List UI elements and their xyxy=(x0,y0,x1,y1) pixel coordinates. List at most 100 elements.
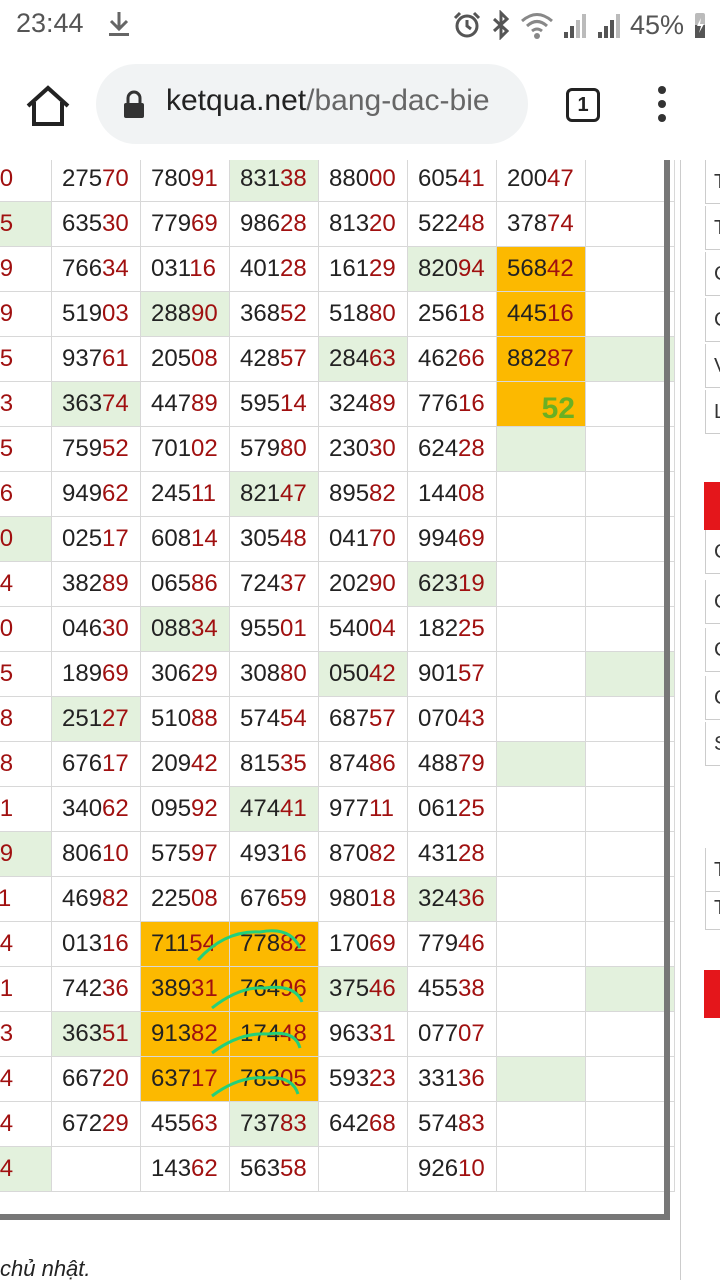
number-last-two-digits: 42 xyxy=(547,255,574,282)
number-last-two-digits: 10 xyxy=(102,840,129,867)
result-cell xyxy=(496,1101,586,1147)
result-cell xyxy=(496,606,586,652)
result-cell: 27570 xyxy=(51,160,141,202)
result-cell: 36351 xyxy=(51,1011,141,1057)
number-prefix: 815 xyxy=(240,750,281,777)
result-cell xyxy=(496,741,586,787)
home-icon[interactable] xyxy=(24,84,72,128)
number-prefix: 251 xyxy=(62,705,103,732)
number-last-two-digits: 34 xyxy=(0,1155,14,1182)
number-prefix: 519 xyxy=(62,300,103,327)
side-panel-item[interactable]: C xyxy=(705,580,720,624)
side-panel-item[interactable]: C xyxy=(705,252,720,296)
number-last-two-digits: 28 xyxy=(280,210,307,237)
number-last-two-digits: 29 xyxy=(191,660,218,687)
number-last-two-digits: 80 xyxy=(280,435,307,462)
result-cell: 71154 xyxy=(140,921,230,967)
number-last-two-digits: 70 xyxy=(102,165,129,192)
result-cell: 36852 xyxy=(229,291,319,337)
result-cell: 63530 xyxy=(51,201,141,247)
result-cell xyxy=(585,606,675,652)
number-last-two-digits: 90 xyxy=(191,300,218,327)
result-cell: 154 xyxy=(0,921,52,967)
result-cell: 09592 xyxy=(140,786,230,832)
number-prefix: 488 xyxy=(418,750,459,777)
side-panel-item[interactable]: C xyxy=(705,298,720,342)
number-last-two-digits: 89 xyxy=(191,390,218,417)
table-row: 7957595270102579802303062428 xyxy=(0,426,675,472)
number-last-two-digits: 11 xyxy=(191,480,216,507)
number-prefix: 676 xyxy=(62,750,103,777)
side-panel-item[interactable]: V xyxy=(705,344,720,388)
number-prefix: 672 xyxy=(62,1110,103,1137)
side-panel-item[interactable]: C xyxy=(705,676,720,720)
number-last-two-digits: 59 xyxy=(280,885,307,912)
result-cell: 20047 xyxy=(496,160,586,202)
number-prefix: 143 xyxy=(151,1155,192,1182)
result-cell: 75952 xyxy=(51,426,141,472)
result-cell: 67229 xyxy=(51,1101,141,1147)
number-last-two-digits: 86 xyxy=(191,570,218,597)
side-red-marker xyxy=(704,482,720,530)
number-last-two-digits: 25 xyxy=(458,795,485,822)
result-cell: 18969 xyxy=(51,651,141,697)
number-prefix: 637 xyxy=(151,1065,192,1092)
side-panel-item[interactable]: C xyxy=(705,530,720,574)
number-prefix: 013 xyxy=(62,930,103,957)
number-last-two-digits: 83 xyxy=(458,1110,485,1137)
number-prefix: 895 xyxy=(329,480,370,507)
result-cell: 40128 xyxy=(229,246,319,292)
number-last-two-digits: 48 xyxy=(280,1020,307,1047)
number-last-two-digits: 94 xyxy=(458,255,485,282)
number-last-two-digits: 54 xyxy=(0,1065,14,1092)
number-prefix: 977 xyxy=(329,795,370,822)
result-cell: 28890 xyxy=(140,291,230,337)
number-prefix: 389 xyxy=(151,975,192,1002)
result-cell: 98628 xyxy=(229,201,319,247)
number-last-two-digits: 23 xyxy=(369,1065,396,1092)
number-last-two-digits: 18 xyxy=(458,300,485,327)
status-bar: 23:44 45% xyxy=(0,0,720,50)
side-panel-item[interactable]: L xyxy=(705,390,720,434)
result-cell xyxy=(585,696,675,742)
number-prefix: 202 xyxy=(329,570,370,597)
number-prefix: 624 xyxy=(418,435,459,462)
result-cell: 600 xyxy=(0,606,52,652)
result-cell: 38289 xyxy=(51,561,141,607)
number-last-two-digits: 11 xyxy=(0,885,12,912)
number-prefix: 882 xyxy=(507,345,548,372)
number-prefix: 593 xyxy=(329,1065,370,1092)
side-panel-item[interactable]: S xyxy=(705,722,720,766)
result-cell xyxy=(585,1146,675,1192)
side-panel: TTCCVLCCCCSTT xyxy=(680,160,720,1280)
number-last-two-digits: 20 xyxy=(369,210,396,237)
result-cell: 82094 xyxy=(407,246,497,292)
result-cell: 94962 xyxy=(51,471,141,517)
tab-switcher-button[interactable]: 1 xyxy=(566,88,600,122)
number-prefix: 144 xyxy=(418,480,459,507)
number-prefix: 949 xyxy=(62,480,103,507)
side-panel-item[interactable]: C xyxy=(705,628,720,672)
result-cell xyxy=(585,831,675,877)
side-panel-item[interactable]: T xyxy=(705,886,720,930)
number-prefix: 031 xyxy=(151,255,190,282)
number-last-two-digits: 16 xyxy=(189,255,216,282)
table-row: 419766340311640128161298209456842 xyxy=(0,246,675,292)
more-menu-icon[interactable] xyxy=(654,86,670,126)
result-cell: 51903 xyxy=(51,291,141,337)
result-cell: 36374 xyxy=(51,381,141,427)
side-panel-item[interactable]: T xyxy=(705,206,720,250)
table-row: 770275707809183138880006054120047 xyxy=(0,160,675,202)
side-panel-item[interactable]: T xyxy=(705,160,720,204)
result-cell: 48879 xyxy=(407,741,497,787)
result-cell: 554 xyxy=(0,561,52,607)
number-last-two-digits: 42 xyxy=(369,660,396,687)
address-bar[interactable]: ketqua.net/bang-dac-bie xyxy=(96,64,528,144)
number-last-two-digits: 63 xyxy=(191,1110,218,1137)
number-prefix: 913 xyxy=(151,1020,192,1047)
number-last-two-digits: 82 xyxy=(280,930,307,957)
number-last-two-digits: 36 xyxy=(102,975,129,1002)
number-prefix: 901 xyxy=(418,660,459,687)
result-cell: 24511 xyxy=(140,471,230,517)
number-last-two-digits: 58 xyxy=(280,1155,307,1182)
